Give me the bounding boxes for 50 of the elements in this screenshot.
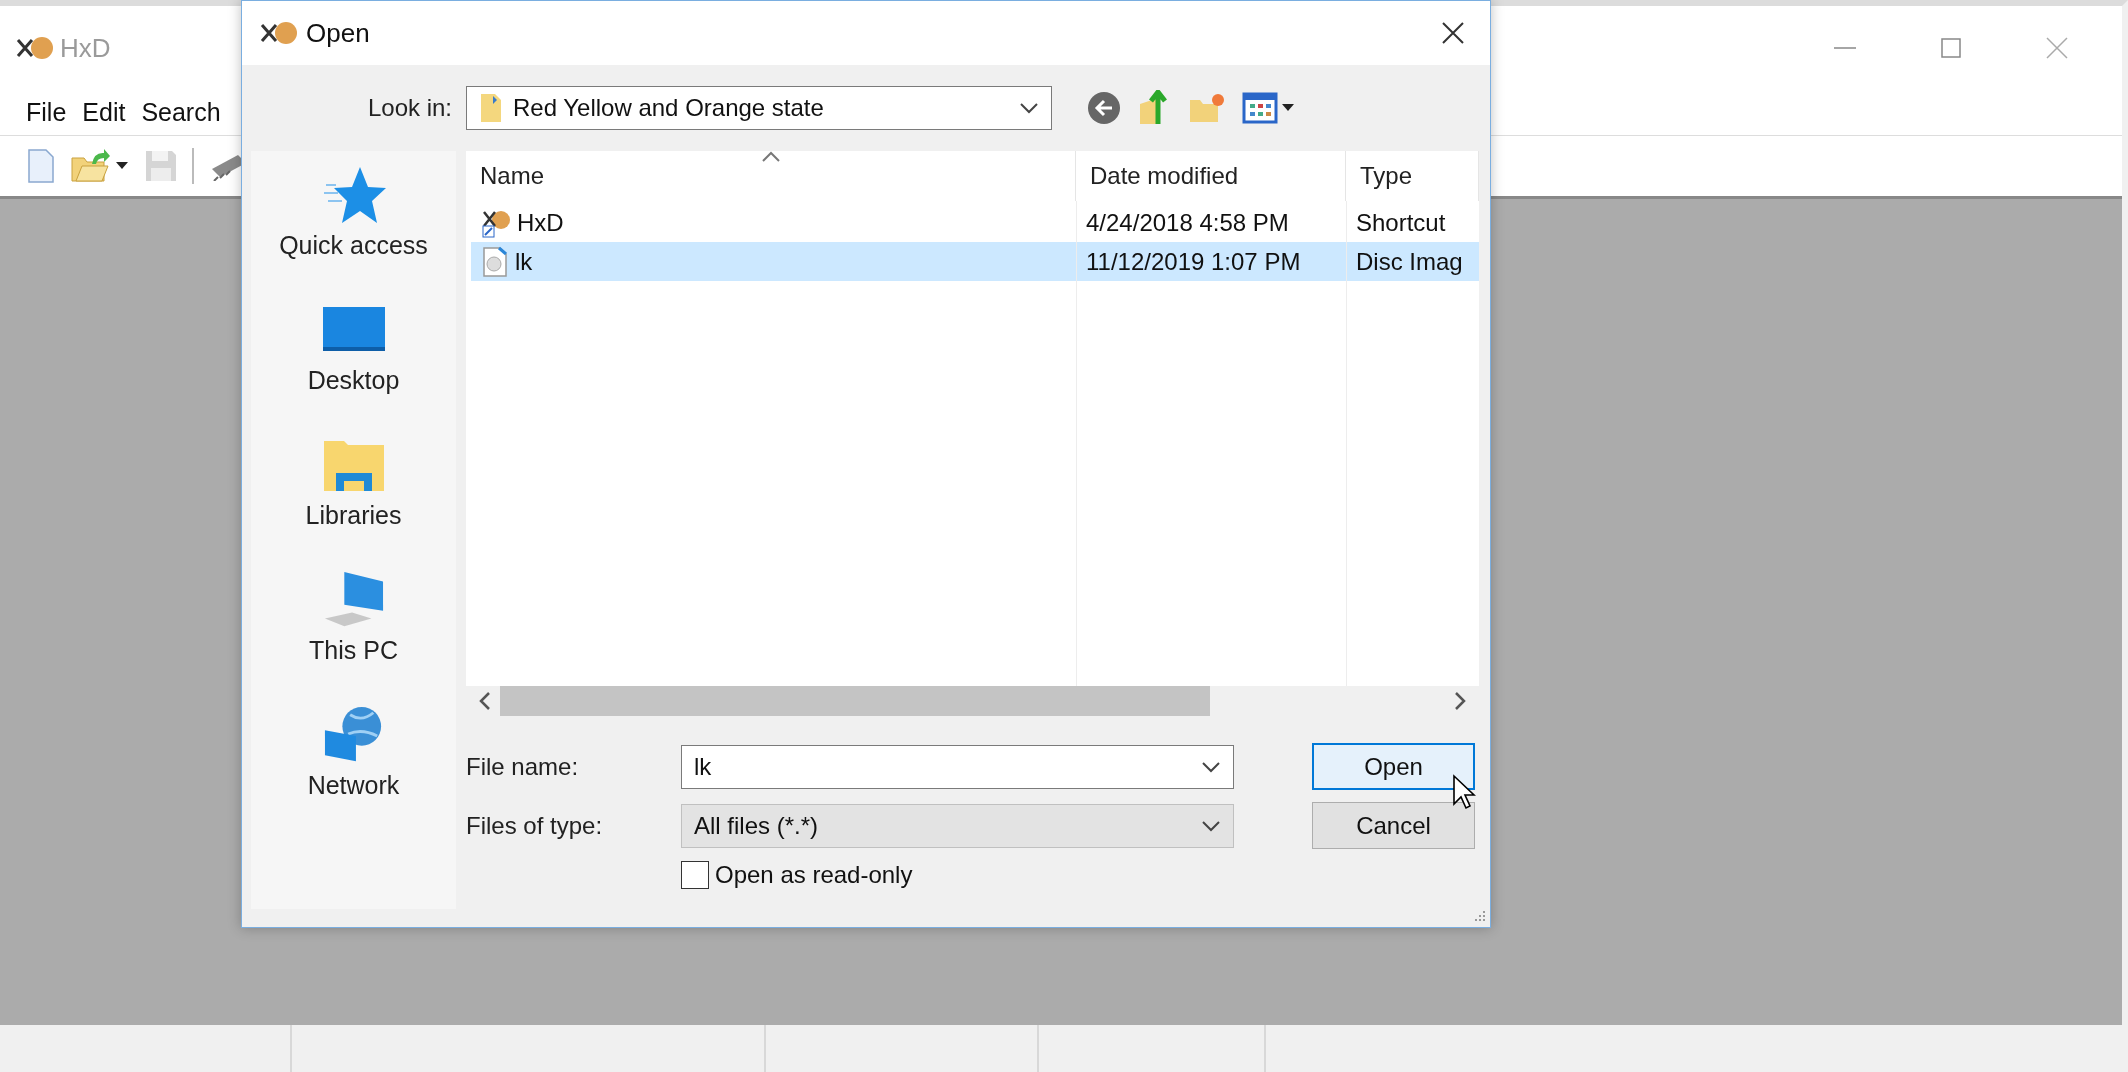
sort-caret-icon: [761, 151, 781, 163]
place-item[interactable]: Network: [251, 699, 456, 834]
mouse-pointer-icon: [1452, 774, 1476, 810]
look-in-value: Red Yellow and Orange state: [513, 94, 824, 122]
date-cell-text: 11/12/2019 1:07 PM: [1085, 247, 1302, 276]
window-title: HxD: [60, 32, 111, 64]
menu-item[interactable]: Edit: [76, 94, 132, 131]
read-only-checkbox[interactable]: [681, 861, 709, 889]
view-menu-icon[interactable]: [1242, 92, 1296, 124]
place-item[interactable]: Libraries: [251, 429, 456, 564]
date-cell-text: 4/24/2018 4:58 PM: [1085, 208, 1290, 237]
file-name-cell: lk: [515, 247, 533, 276]
type-cell-text: Disc Imag: [1355, 247, 1464, 276]
open-button[interactable]: Open: [1312, 743, 1475, 790]
disc-image-icon: [481, 245, 509, 278]
file-name-value: lk: [694, 752, 712, 781]
new-file-icon[interactable]: [26, 148, 56, 184]
resize-grip-icon[interactable]: [1472, 909, 1486, 923]
chevron-down-icon: [1201, 819, 1221, 832]
menu-item[interactable]: Search: [135, 94, 227, 131]
file-type-value: All files (*.*): [694, 811, 819, 840]
file-name-cell: HxD: [517, 208, 564, 237]
scrollbar-thumb[interactable]: [500, 686, 1210, 716]
chevron-down-icon: [1201, 760, 1221, 773]
place-item[interactable]: Quick access: [251, 159, 456, 294]
new-folder-icon[interactable]: [1188, 92, 1226, 124]
dialog-title: Open: [306, 17, 370, 49]
place-item[interactable]: This PC: [251, 564, 456, 699]
type-cell-text: Shortcut: [1355, 208, 1447, 237]
chevron-down-icon: [1019, 102, 1039, 114]
read-only-label: Open as read-only: [715, 861, 913, 889]
app-icon: [258, 19, 298, 47]
place-item[interactable]: Desktop: [251, 294, 456, 429]
back-icon[interactable]: [1086, 90, 1122, 126]
file-row[interactable]: lk 11/12/2019 1:07 PM Disc Imag: [471, 242, 1479, 281]
app-icon: [14, 34, 54, 62]
open-folder-icon[interactable]: [70, 148, 130, 184]
look-in-label: Look in:: [366, 94, 452, 122]
folder-icon: [479, 92, 503, 124]
scroll-left-icon[interactable]: [478, 691, 492, 711]
file-row[interactable]: HxD 4/24/2018 4:58 PM Shortcut: [471, 203, 1479, 242]
look-in-dropdown[interactable]: Red Yellow and Orange state: [466, 86, 1052, 130]
star-icon: [321, 165, 386, 225]
scroll-right-icon[interactable]: [1453, 691, 1467, 711]
cancel-button[interactable]: Cancel: [1312, 802, 1475, 849]
file-name-label: File name:: [466, 752, 580, 781]
file-type-label: Files of type:: [466, 811, 604, 840]
file-type-dropdown[interactable]: All files (*.*): [681, 803, 1234, 848]
file-name-field[interactable]: lk: [681, 744, 1234, 789]
menu-item[interactable]: File: [20, 94, 73, 131]
